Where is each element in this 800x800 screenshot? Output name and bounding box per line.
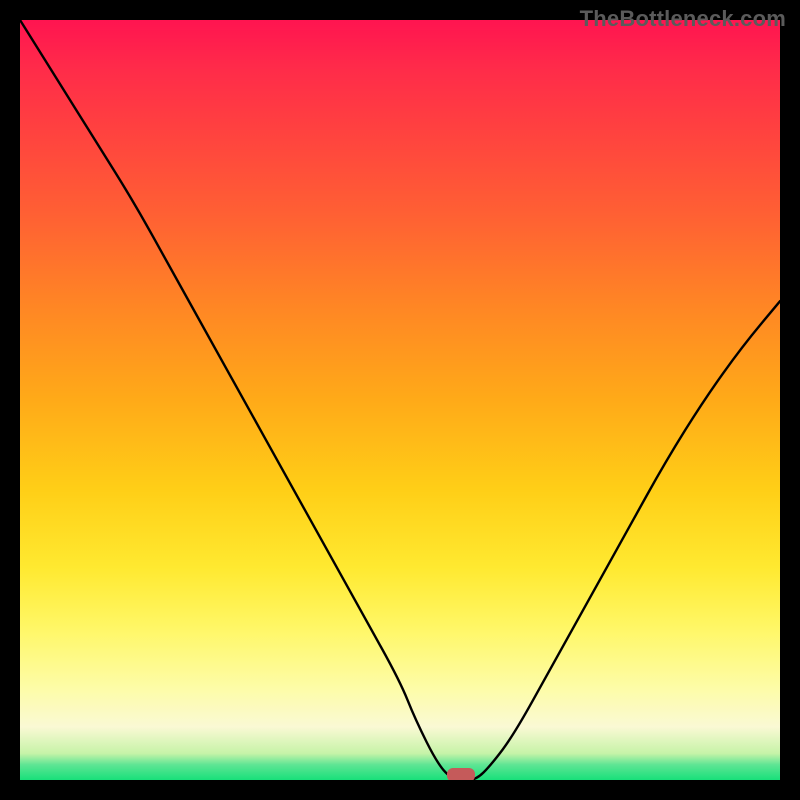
bottleneck-curve-line [20, 20, 780, 780]
chart-frame: TheBottleneck.com [0, 0, 800, 800]
bottleneck-curve-svg [20, 20, 780, 780]
chart-plot-area [20, 20, 780, 780]
optimal-point-marker [447, 768, 475, 780]
